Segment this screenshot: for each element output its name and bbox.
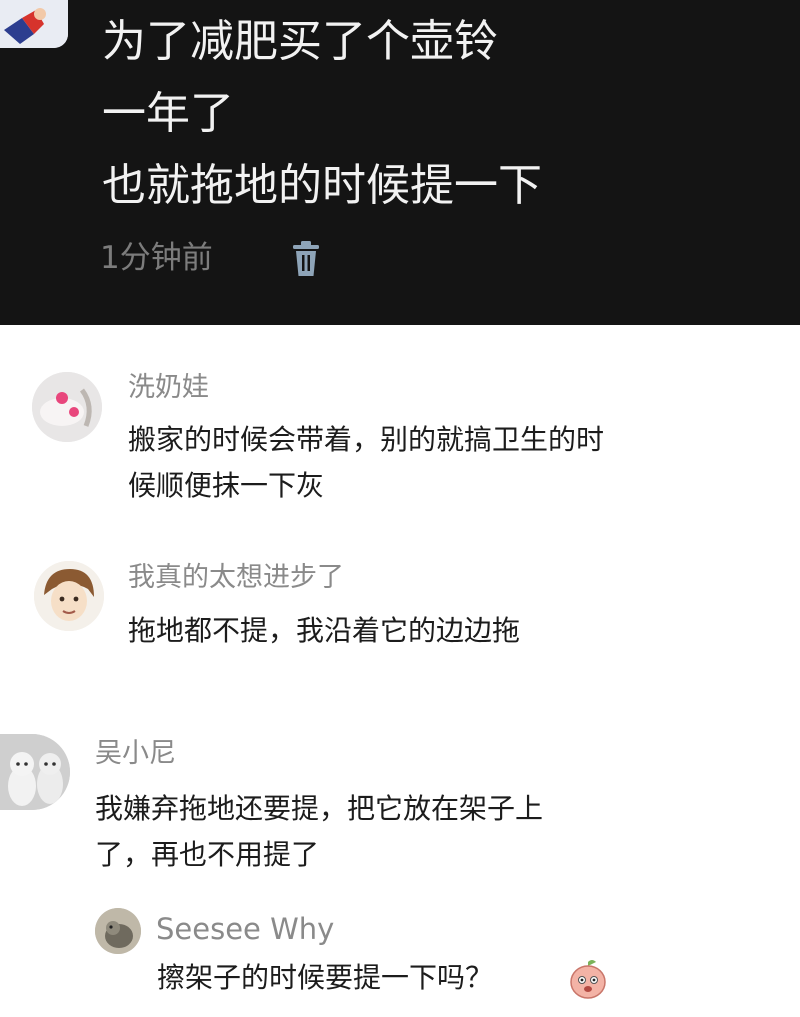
comment-text: 拖地都不提，我沿着它的边边拖: [128, 608, 520, 654]
post-content: 为了减肥买了个壶铃 一年了 也就拖地的时候提一下: [102, 6, 542, 222]
avatar[interactable]: [32, 372, 102, 442]
comment-text-line: 搬家的时候会带着，别的就搞卫生的时: [128, 423, 605, 456]
comment-text: 搬家的时候会带着，别的就搞卫生的时 候顺便抹一下灰: [128, 417, 604, 509]
comment-text-line: 我嫌弃拖地还要提，把它放在架子上: [95, 792, 544, 825]
reply-text-line: 擦架子的时候要提一下吗？: [157, 961, 494, 994]
post-line: 为了减肥买了个壶铃: [102, 16, 498, 67]
comment-text-line: 候顺便抹一下灰: [128, 469, 325, 502]
comment-author[interactable]: 我真的太想进步了: [128, 560, 344, 596]
post-line: 也就拖地的时候提一下: [102, 160, 542, 211]
comment-author[interactable]: 吴小尼: [95, 736, 176, 772]
poster-avatar[interactable]: [0, 0, 68, 48]
post-line: 一年了: [102, 88, 234, 139]
comment-author[interactable]: 洗奶娃: [128, 370, 209, 406]
avatar[interactable]: [34, 561, 104, 631]
trash-icon[interactable]: [290, 240, 322, 278]
reply-author[interactable]: Seesee Why: [156, 911, 334, 947]
comment-text-line: 拖地都不提，我沿着它的边边拖: [128, 614, 521, 647]
reply-text: 擦架子的时候要提一下吗？: [157, 955, 493, 1001]
avatar[interactable]: [0, 734, 70, 810]
post-card: 为了减肥买了个壶铃 一年了 也就拖地的时候提一下 1分钟前: [0, 0, 800, 325]
comment-text: 我嫌弃拖地还要提，把它放在架子上 了，再也不用提了: [95, 786, 543, 878]
comment-text-line: 了，再也不用提了: [95, 838, 320, 871]
peach-face-sticker: [568, 958, 608, 1000]
post-timestamp: 1分钟前: [100, 240, 213, 276]
avatar[interactable]: [95, 908, 141, 954]
